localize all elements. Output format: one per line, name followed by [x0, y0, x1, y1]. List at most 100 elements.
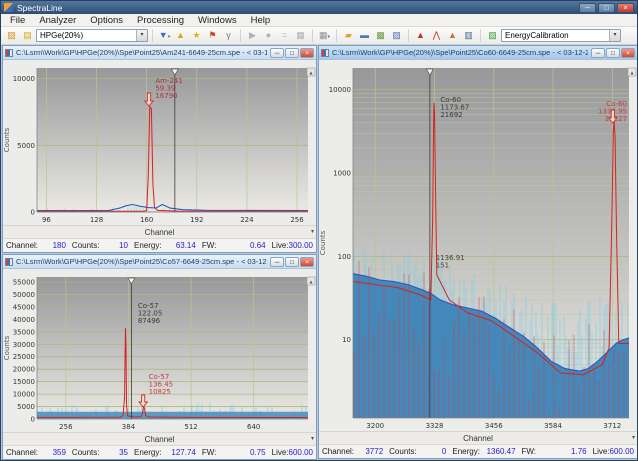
star-marker-icon[interactable]: ★ [189, 29, 204, 42]
open-spectrum-icon[interactable]: ▰ [341, 29, 356, 42]
pause-acquisition-icon[interactable]: = [277, 29, 292, 42]
save-spectrum-image-icon[interactable]: ▨ [389, 29, 404, 42]
svg-text:224: 224 [240, 216, 254, 224]
status-counts-label: Counts: [72, 241, 100, 250]
svg-text:5000: 5000 [17, 142, 35, 150]
copy-spectrum-image-icon[interactable]: ▩ [373, 29, 388, 42]
save-spectrum-icon[interactable]: ▬ [357, 29, 372, 42]
app-close-button[interactable]: × [617, 3, 634, 13]
menubar: File Analyzer Options Processing Windows… [1, 14, 637, 27]
status-live-label: Live: [272, 448, 289, 457]
status-energy-label: Energy: [134, 241, 162, 250]
window-close-button[interactable]: × [300, 257, 314, 267]
svg-text:55000: 55000 [13, 278, 35, 286]
window-title: C:\Lsrm\Work\GP\HPGe(20%)\Spe\Point25\Co… [16, 257, 267, 266]
activity-calc-icon[interactable]: ▲ [445, 29, 460, 42]
toolbar-separator [152, 29, 153, 42]
status-energy-label: Energy: [452, 447, 480, 456]
window-statusbar: Channel:359 Counts:35 Energy:127.74 FW:0… [3, 445, 316, 459]
calibration-combo-value: EnergyCalibration [505, 31, 569, 40]
gamma-lines-icon[interactable]: γ [221, 29, 236, 42]
svg-text:3584: 3584 [544, 422, 562, 430]
view-grid-icon[interactable]: ▦▾ [317, 29, 332, 42]
toolbar: ▧▤HPGe(20%)▾▼▾▲★⚑γ▶●=▦▦▾▰▬▩▨▲⋀▲▥▧EnergyC… [1, 27, 637, 45]
svg-text:25000: 25000 [13, 353, 35, 361]
calibration-icon[interactable]: ▧ [485, 29, 500, 42]
start-acquisition-icon[interactable]: ▶ [245, 29, 260, 42]
flag-marker-icon[interactable]: ⚑ [205, 29, 220, 42]
app-titlebar: SpectraLine ─ □ × [1, 1, 637, 14]
status-counts-value: 0 [417, 447, 447, 456]
status-energy-value: 63.14 [162, 241, 196, 250]
window-titlebar[interactable]: C:\Lsrm\Work\GP\HPGe(20%)\Spe\Point25\Am… [3, 46, 316, 60]
menu-processing[interactable]: Processing [130, 15, 191, 26]
dropdown-arrow-icon[interactable]: ▾ [609, 30, 620, 41]
spectrum-plot-co57[interactable]: 0500010000150002000025000300003500040000… [3, 269, 316, 432]
window-statusbar: Channel:180 Counts:10 Energy:63.14 FW:0.… [3, 238, 316, 252]
spectrum-monitor-icon[interactable]: ▥ [461, 29, 476, 42]
svg-text:96: 96 [42, 216, 51, 224]
svg-text:384: 384 [122, 423, 136, 431]
window-close-button[interactable]: × [300, 48, 314, 58]
xaxis-units-combo[interactable]: Channel ▾ [3, 432, 316, 445]
window-minimize-button[interactable]: ─ [591, 48, 605, 58]
app-maximize-button[interactable]: □ [598, 3, 615, 13]
status-counts-value: 10 [100, 241, 128, 250]
window-minimize-button[interactable]: ─ [270, 257, 284, 267]
svg-text:128: 128 [90, 216, 103, 224]
status-live-label: Live: [272, 241, 289, 250]
svg-text:35000: 35000 [13, 328, 35, 336]
dropdown-arrow-icon[interactable]: ▾ [136, 30, 147, 41]
xaxis-units-value: Channel [463, 434, 493, 443]
efficiency-funnel-icon[interactable]: ▼▾ [157, 29, 172, 42]
status-counts-label: Counts: [389, 447, 417, 456]
svg-text:Counts: Counts [319, 230, 327, 255]
svg-text:10825: 10825 [149, 388, 171, 396]
spectra-manager-icon[interactable]: ▧ [4, 29, 19, 42]
record-acquisition-icon[interactable]: ● [261, 29, 276, 42]
menu-windows[interactable]: Windows [191, 15, 244, 26]
window-titlebar[interactable]: C:\Lsrm\Work\GP\HPGe(20%)\Spe\Point25\Co… [319, 46, 637, 60]
dropdown-arrow-icon[interactable]: ▾ [311, 435, 314, 442]
window-minimize-button[interactable]: ─ [270, 48, 284, 58]
window-maximize-button[interactable]: □ [285, 48, 299, 58]
dropdown-arrow-icon[interactable]: ▾ [311, 228, 314, 235]
status-energy-value: 127.74 [162, 448, 196, 457]
status-fw-label: FW: [202, 448, 217, 457]
window-maximize-button[interactable]: □ [285, 257, 299, 267]
svg-text:160: 160 [140, 216, 153, 224]
dropdown-arrow-icon[interactable]: ▾ [632, 434, 635, 441]
menu-file[interactable]: File [3, 15, 32, 26]
status-live-label: Live: [593, 447, 610, 456]
toolbar-separator [312, 29, 313, 42]
xaxis-units-combo[interactable]: Channel ▾ [3, 225, 316, 238]
spectrum-window-am241: C:\Lsrm\Work\GP\HPGe(20%)\Spe\Point25\Am… [2, 45, 317, 253]
stop-acquisition-icon[interactable]: ▦ [293, 29, 308, 42]
menu-help[interactable]: Help [244, 15, 278, 26]
app-title: SpectraLine [17, 3, 62, 13]
status-fw-value: 1.76 [536, 447, 587, 456]
menu-analyzer[interactable]: Analyzer [32, 15, 83, 26]
status-live-value: 300.00 [289, 241, 313, 250]
xaxis-units-combo[interactable]: Channel ▾ [319, 431, 637, 444]
svg-text:3328: 3328 [426, 422, 444, 430]
svg-text:256: 256 [290, 216, 304, 224]
menu-options[interactable]: Options [83, 15, 130, 26]
multiplet-analysis-icon[interactable]: ⋀ [429, 29, 444, 42]
calibration-combo[interactable]: EnergyCalibration ▾ [501, 29, 621, 42]
svg-text:30000: 30000 [13, 341, 35, 349]
status-fw-label: FW: [202, 241, 217, 250]
spectrum-plot-co60[interactable]: 1010010001000032003328345635843712Counts… [319, 60, 637, 431]
dropdown-arrow-icon: ▾ [328, 34, 331, 40]
peak-marker-icon[interactable]: ▲ [173, 29, 188, 42]
app-minimize-button[interactable]: ─ [579, 3, 596, 13]
spectrum-plot-am241[interactable]: 050001000096128160192224256CountsAm-2415… [3, 60, 316, 225]
detector-db-icon[interactable]: ▤ [20, 29, 35, 42]
xaxis-units-value: Channel [145, 228, 175, 237]
detector-combo[interactable]: HPGe(20%)▾ [36, 29, 148, 42]
window-titlebar[interactable]: C:\Lsrm\Work\GP\HPGe(20%)\Spe\Point25\Co… [3, 255, 316, 269]
status-counts-value: 35 [100, 448, 128, 457]
window-close-button[interactable]: × [621, 48, 635, 58]
peak-analysis-icon[interactable]: ▲ [413, 29, 428, 42]
window-maximize-button[interactable]: □ [606, 48, 620, 58]
